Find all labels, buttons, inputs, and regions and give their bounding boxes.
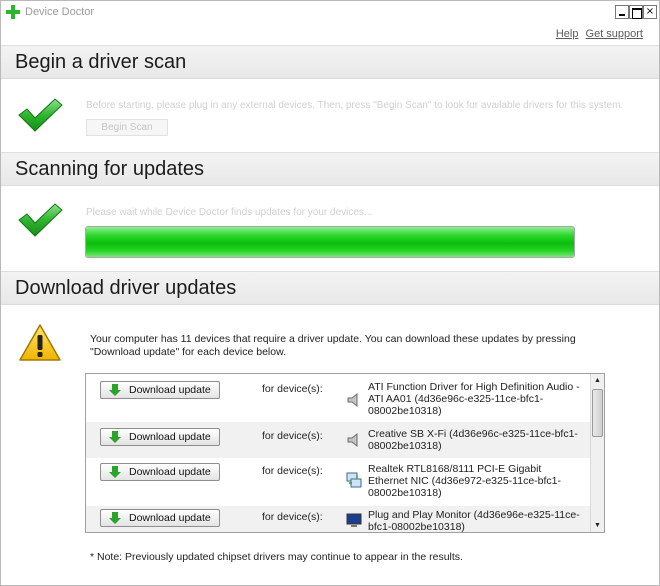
download-update-button[interactable]: Download update (100, 428, 220, 446)
checkmark-icon (18, 203, 63, 237)
list-item: Download update for device(s): Realtek R… (86, 458, 592, 506)
monitor-icon (346, 513, 362, 527)
close-button[interactable]: × (643, 5, 657, 19)
speaker-icon (347, 432, 358, 448)
download-update-button[interactable]: Download update (100, 463, 220, 481)
download-intro-text: Your computer has 11 devices that requir… (90, 333, 576, 358)
device-list-scrollbar[interactable]: ▲ ▼ (590, 374, 604, 532)
device-name: Plug and Play Monitor (4d36e96e-e325-11c… (368, 509, 580, 533)
speaker-icon (347, 392, 358, 408)
minimize-button[interactable] (615, 5, 629, 19)
device-list[interactable]: Download update for device(s): ATI Funct… (85, 373, 605, 533)
for-devices-label: for device(s): (262, 511, 323, 523)
section-title: Scanning for updates (15, 158, 205, 180)
download-update-label: Download update (129, 431, 211, 443)
download-arrow-icon (109, 466, 121, 478)
for-devices-label: for device(s): (262, 465, 323, 477)
begin-scan-button[interactable]: Begin Scan (86, 119, 168, 136)
list-item: Download update for device(s): Creative … (86, 422, 592, 458)
section-title: Begin a driver scan (15, 51, 187, 73)
app-logo-icon (6, 5, 20, 19)
download-update-button[interactable]: Download update (100, 509, 220, 527)
progress-fill (86, 227, 574, 257)
download-update-label: Download update (129, 512, 211, 524)
download-update-label: Download update (129, 384, 211, 396)
section-header-begin-scan: Begin a driver scan (1, 45, 659, 79)
scanning-hint: Please wait while Device Doctor finds up… (86, 207, 373, 218)
chipset-note: * Note: Previously updated chipset drive… (90, 551, 463, 563)
for-devices-label: for device(s): (262, 430, 323, 442)
download-update-button[interactable]: Download update (100, 381, 220, 399)
title-bar: Device Doctor × (1, 1, 659, 24)
network-icon (346, 472, 362, 488)
scan-progress-bar (85, 226, 575, 258)
device-name: ATI Function Driver for High Definition … (368, 381, 580, 417)
maximize-button[interactable] (629, 5, 643, 19)
scroll-thumb[interactable] (592, 389, 603, 437)
scroll-up-arrow-icon[interactable]: ▲ (591, 374, 604, 387)
checkmark-icon (18, 98, 63, 132)
for-devices-label: for device(s): (262, 383, 323, 395)
list-item: Download update for device(s): Plug and … (86, 506, 592, 533)
section-header-download: Download driver updates (1, 271, 659, 305)
scroll-down-arrow-icon[interactable]: ▼ (591, 519, 604, 532)
device-name: Creative SB X-Fi (4d36e96c-e325-11ce-bfc… (368, 428, 578, 452)
list-item: Download update for device(s): ATI Funct… (86, 374, 592, 422)
download-arrow-icon (109, 512, 121, 524)
get-support-link[interactable]: Get support (586, 28, 643, 40)
section-title: Download driver updates (15, 277, 237, 299)
download-arrow-icon (109, 384, 121, 396)
warning-icon (19, 324, 61, 361)
help-link[interactable]: Help (556, 28, 579, 40)
window-title: Device Doctor (25, 6, 95, 18)
download-arrow-icon (109, 431, 121, 443)
device-name: Realtek RTL8168/8111 PCI-E Gigabit Ether… (368, 463, 562, 499)
download-update-label: Download update (129, 466, 211, 478)
app-window: Device Doctor × Help Get support Begin a… (0, 0, 660, 586)
begin-scan-hint: Before starting, please plug in any exte… (86, 100, 624, 111)
help-links: Help Get support (552, 28, 643, 40)
section-header-scanning: Scanning for updates (1, 152, 659, 186)
